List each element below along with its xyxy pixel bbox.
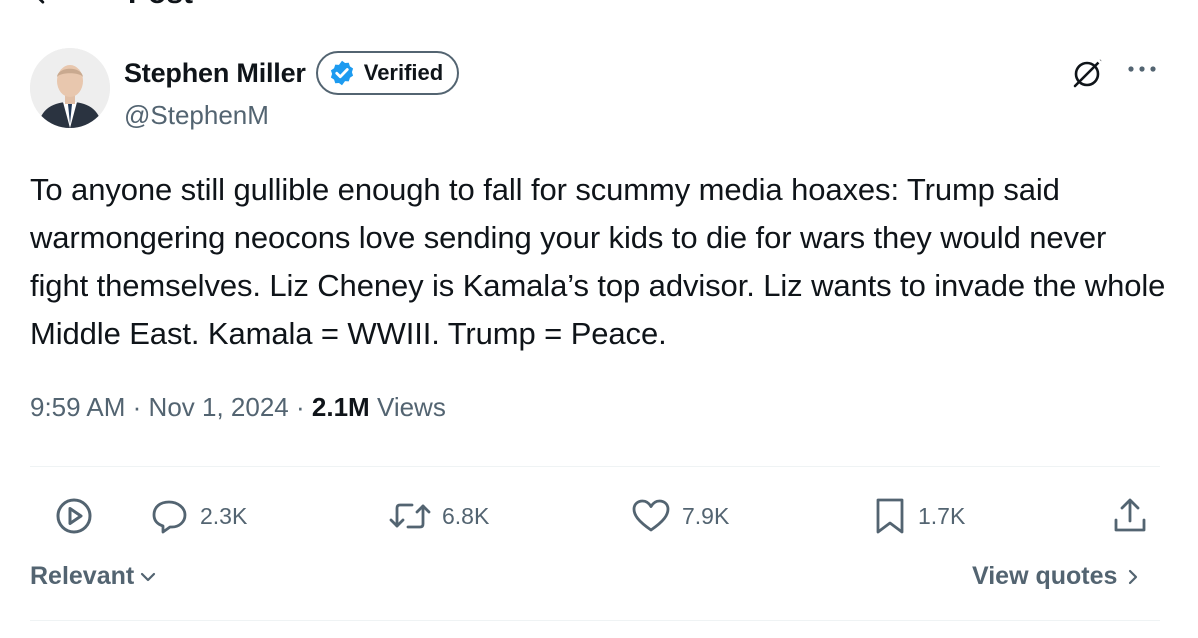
author-handle[interactable]: @StephenM: [124, 100, 269, 131]
sort-label: Relevant: [30, 562, 135, 590]
author-name[interactable]: Stephen Miller: [124, 58, 306, 89]
repost-button[interactable]: 6.8K: [388, 496, 489, 536]
bookmark-count: 1.7K: [918, 502, 966, 529]
views-count: 2.1M: [311, 392, 370, 422]
grok-icon: [1073, 57, 1104, 88]
play-circle-icon: [56, 498, 92, 534]
repost-count: 6.8K: [442, 502, 490, 529]
play-button[interactable]: [54, 496, 94, 536]
arrow-left-icon: [38, 0, 45, 4]
repost-icon: [389, 503, 431, 529]
like-count: 7.9K: [682, 502, 730, 529]
tweet-meta: 9:59 AM · Nov 1, 2024 · 2.1M Views: [30, 392, 446, 423]
chevron-down-icon: [141, 572, 156, 581]
page-title: Post: [128, 0, 193, 11]
divider: [30, 466, 1160, 467]
share-icon: [1114, 498, 1146, 532]
avatar-image: [30, 48, 110, 128]
tweet-text: To anyone still gullible enough to fall …: [30, 172, 1166, 351]
view-quotes-label: View quotes: [972, 562, 1118, 590]
reply-icon: [152, 500, 187, 534]
heart-icon: [632, 499, 670, 532]
replies-sort-dropdown[interactable]: Relevant: [30, 562, 158, 591]
author-name-row: Stephen Miller Verified: [124, 50, 460, 96]
verified-label: Verified: [363, 60, 444, 85]
back-button[interactable]: [30, 0, 58, 8]
chevron-right-icon: [1129, 569, 1138, 584]
tweet-time[interactable]: 9:59 AM: [30, 392, 125, 422]
reply-button[interactable]: 2.3K: [150, 496, 247, 536]
meta-separator: ·: [132, 392, 142, 422]
avatar[interactable]: [30, 48, 110, 128]
view-quotes-link[interactable]: View quotes: [972, 562, 1141, 591]
divider: [30, 620, 1160, 621]
tweet-date[interactable]: Nov 1, 2024: [149, 392, 289, 422]
verified-check-icon: [330, 60, 353, 86]
meta-separator: ·: [296, 392, 305, 422]
more-horizontal-icon: [1128, 66, 1156, 72]
more-options-button[interactable]: [1124, 54, 1160, 84]
post-detail-view: Post Stephen Miller Verified @StephenM: [0, 0, 1198, 638]
verified-badge[interactable]: Verified: [315, 51, 460, 95]
grok-button[interactable]: [1067, 53, 1107, 93]
views-label: Views: [376, 392, 446, 422]
page-header: Post: [30, 0, 193, 11]
bookmark-icon: [876, 498, 904, 534]
bookmark-button[interactable]: 1.7K: [872, 496, 965, 536]
like-button[interactable]: 7.9K: [630, 496, 729, 536]
reply-count: 2.3K: [200, 502, 248, 529]
share-button[interactable]: [1110, 496, 1150, 536]
